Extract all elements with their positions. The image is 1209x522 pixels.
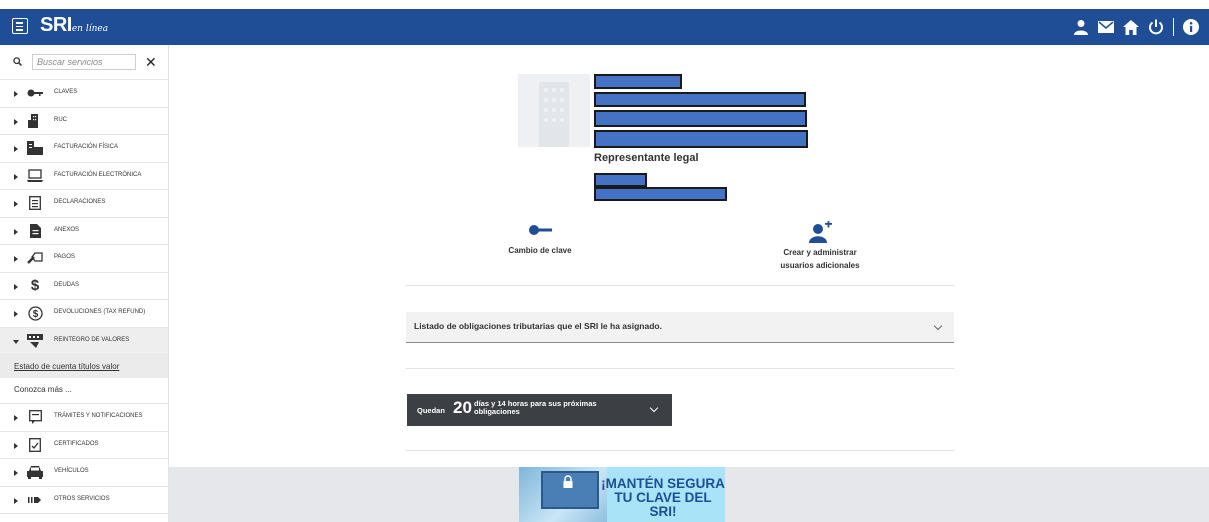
security-banner[interactable]: ¡MANTÉN SEGURA TU CLAVE DEL SRI! — [519, 467, 725, 522]
home-icon[interactable] — [1123, 19, 1139, 35]
refund-icon: $ — [26, 305, 44, 321]
tramites-icon — [26, 409, 44, 425]
sri-logo[interactable]: SRIen línea — [40, 14, 108, 37]
banner-line1: ¡MANTÉN SEGURA — [601, 476, 725, 491]
sidebar-item-deudas[interactable]: $ DEUDAS — [0, 273, 168, 300]
sidebar-item-label: FACTURACIÓN ELECTRÓNICA — [54, 171, 142, 178]
role-label: Representante legal — [594, 152, 699, 164]
banner-photo — [519, 467, 607, 522]
redacted-block — [594, 187, 727, 201]
sidebar-item-label: DEVOLUCIONES (TAX REFUND) — [54, 309, 146, 315]
add-user-icon — [809, 221, 832, 243]
car-icon — [26, 464, 44, 480]
countdown-text: días y 14 horas para sus próximas obliga… — [474, 400, 604, 415]
sidebar-item-devoluciones[interactable]: $ DEVOLUCIONES (TAX REFUND) — [0, 300, 168, 328]
sidebar-item-label: DEUDAS — [54, 281, 80, 288]
sidebar-item-label: TRÁMITES Y NOTIFICACIONES — [54, 413, 143, 419]
countdown-text-line2: obligaciones — [474, 406, 520, 416]
sidebar-item-label: OTROS SERVICIOS — [54, 495, 110, 502]
key-icon — [26, 85, 44, 101]
lock-icon — [563, 475, 573, 488]
banner-text: ¡MANTÉN SEGURA TU CLAVE DEL SRI! — [601, 477, 725, 519]
sidebar-item-label: ANEXOS — [54, 226, 80, 233]
redacted-block — [594, 74, 682, 89]
certificate-icon — [26, 437, 44, 453]
payment-icon — [26, 250, 44, 266]
user-icon[interactable] — [1073, 19, 1089, 35]
sidebar-item-ruc[interactable]: RUC — [0, 108, 168, 135]
sidebar-item-label: PAGOS — [54, 254, 75, 260]
sidebar-item-certificados[interactable]: CERTIFICADOS — [0, 432, 168, 459]
company-avatar — [518, 74, 590, 147]
sidebar: ✕ CLAVES RUC FACTURACIÓN FÍSICA FACTURAC… — [0, 45, 169, 522]
divider — [406, 368, 954, 369]
sidebar-item-label: VEHÍCULOS — [54, 468, 89, 474]
info-icon[interactable] — [1183, 19, 1199, 35]
mail-icon[interactable] — [1098, 21, 1114, 33]
countdown-days: 20 — [453, 398, 472, 417]
chevron-down-icon — [933, 321, 943, 331]
redacted-block — [594, 173, 647, 187]
sidebar-item-label: CLAVES — [54, 89, 78, 95]
obligations-countdown[interactable]: Quedan 20 días y 14 horas para sus próxi… — [407, 394, 672, 426]
countdown-prefix: Quedan — [417, 406, 445, 415]
top-navbar: SRIen línea — [0, 9, 1209, 45]
document-icon — [26, 195, 44, 211]
sidebar-item-claves[interactable]: CLAVES — [0, 80, 168, 108]
search-input[interactable] — [32, 54, 136, 70]
sidebar-item-facturacion-electronica[interactable]: FACTURACIÓN ELECTRÓNICA — [0, 163, 168, 190]
divider — [406, 285, 954, 286]
dollar-icon: $ — [30, 277, 40, 294]
sidebar-item-label: RUC — [54, 116, 67, 123]
sidebar-subitem-conozca-mas[interactable]: Conozca más ... — [0, 378, 168, 404]
sidebar-item-otros-servicios[interactable]: OTROS SERVICIOS — [0, 487, 168, 514]
divider — [406, 450, 954, 451]
create-users-label-line2: usuarios adicionales — [780, 261, 860, 270]
create-users-label-line1: Crear y administrar — [783, 248, 857, 257]
obligations-title: Listado de obligaciones tributarias que … — [414, 321, 662, 331]
chevron-down-icon — [649, 403, 659, 413]
key-icon — [529, 225, 552, 235]
power-icon[interactable] — [1148, 19, 1164, 35]
sidebar-item-tramites[interactable]: TRÁMITES Y NOTIFICACIONES — [0, 404, 168, 432]
change-password-button[interactable]: Cambio de clave — [480, 224, 600, 257]
change-password-label: Cambio de clave — [508, 246, 572, 255]
obligations-accordion[interactable]: Listado de obligaciones tributarias que … — [406, 312, 954, 343]
sidebar-item-anexos[interactable]: ANEXOS — [0, 218, 168, 245]
sidebar-item-declaraciones[interactable]: DECLARACIONES — [0, 190, 168, 218]
sidebar-search: ✕ — [0, 45, 168, 80]
sidebar-item-label: CERTIFICADOS — [54, 440, 99, 447]
building-icon — [539, 82, 569, 147]
menu-icon[interactable] — [12, 18, 28, 34]
file-icon — [26, 223, 44, 239]
svg-text:$: $ — [32, 309, 38, 320]
invoice-icon — [26, 140, 44, 156]
arrow-icon — [26, 492, 44, 508]
search-icon — [13, 57, 22, 66]
sidebar-item-label: FACTURACIÓN FÍSICA — [54, 144, 119, 150]
redacted-block — [594, 110, 807, 127]
create-users-button[interactable]: Crear y administrar usuarios adicionales — [760, 221, 880, 272]
sidebar-item-label: REINTEGRO DE VALORES — [54, 336, 130, 343]
sidebar-item-reintegro[interactable]: REINTEGRO DE VALORES — [0, 327, 168, 355]
sidebar-item-facturacion-fisica[interactable]: FACTURACIÓN FÍSICA — [0, 135, 168, 163]
building-icon — [26, 113, 44, 129]
laptop-icon — [26, 168, 44, 184]
logo-text: SRI — [40, 14, 72, 36]
logo-suffix: en línea — [71, 24, 109, 34]
sidebar-item-vehiculos[interactable]: VEHÍCULOS — [0, 459, 168, 487]
divider — [1173, 18, 1174, 36]
banner-line2: TU CLAVE DEL SRI! — [614, 490, 712, 519]
sidebar-subitem-estado-cuenta[interactable]: Estado de cuenta títulos valor — [0, 355, 168, 378]
redacted-block — [594, 130, 808, 148]
reintegro-icon — [26, 333, 44, 349]
redacted-block — [594, 92, 806, 107]
close-icon[interactable]: ✕ — [145, 55, 157, 69]
sidebar-item-label: DECLARACIONES — [54, 199, 106, 205]
sidebar-item-pagos[interactable]: PAGOS — [0, 245, 168, 273]
